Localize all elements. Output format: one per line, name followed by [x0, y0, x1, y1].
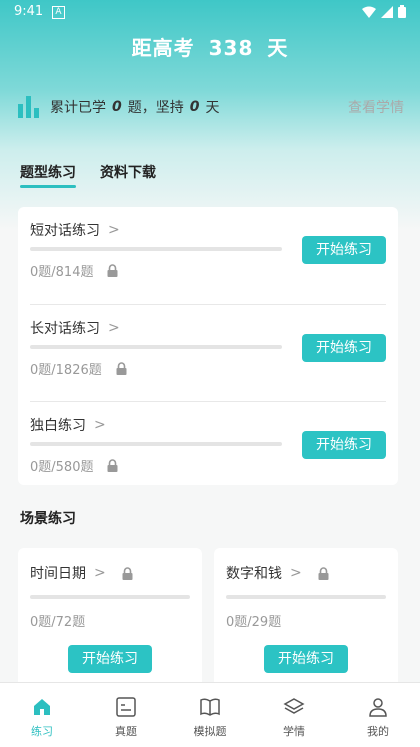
status-bar: 9:41 A — [0, 0, 420, 24]
tab-question-types[interactable]: 题型练习 — [20, 162, 76, 188]
chevron-right-icon: > — [94, 565, 106, 581]
scene-count: 0题/72题 — [30, 615, 86, 630]
start-practice-button[interactable]: 开始练习 — [68, 645, 152, 673]
scene-title-time-date[interactable]: 时间日期 > — [30, 563, 133, 583]
practice-title-label: 独白练习 — [30, 418, 86, 434]
exam-paper-icon — [115, 695, 137, 719]
battery-icon — [398, 5, 406, 18]
home-icon — [31, 695, 53, 719]
practice-title-long-dialogue[interactable]: 长对话练习 > — [30, 318, 120, 338]
learned-prefix: 累计已学 — [50, 100, 106, 116]
practice-title-short-dialogue[interactable]: 短对话练习 > — [30, 220, 120, 240]
practice-title-label: 短对话练习 — [30, 223, 100, 239]
practice-count-text: 0题/814题 — [30, 265, 94, 280]
view-study-report-link[interactable]: 查看学情 — [348, 97, 404, 117]
nav-label: 学情 — [283, 725, 305, 738]
status-icons — [362, 5, 406, 18]
practice-count: 0题/814题 — [30, 261, 118, 280]
scene-card-time-date: 时间日期 > 0题/72题 开始练习 — [18, 548, 202, 688]
book-icon — [199, 695, 221, 719]
start-practice-button[interactable]: 开始练习 — [302, 431, 386, 459]
chevron-right-icon: > — [94, 417, 106, 433]
status-time: 9:41 — [14, 4, 44, 19]
lock-icon — [122, 566, 133, 580]
countdown-suffix: 天 — [267, 36, 289, 60]
countdown-prefix: 距高考 — [131, 36, 195, 60]
practice-count: 0题/580题 — [30, 456, 118, 475]
progress-bar — [30, 247, 282, 251]
learned-count: 0 — [112, 99, 122, 115]
start-practice-button[interactable]: 开始练习 — [302, 334, 386, 362]
practice-row-monologue: 独白练习 > 0题/580题 开始练习 — [30, 401, 386, 499]
scene-card-numbers-money: 数字和钱 > 0题/29题 开始练习 — [214, 548, 398, 688]
progress-bar — [30, 345, 282, 349]
wifi-icon — [362, 6, 376, 18]
nav-mock-exams[interactable]: 模拟题 — [168, 683, 252, 747]
countdown-days: 338 — [208, 36, 254, 60]
lock-icon — [318, 566, 329, 580]
start-practice-button[interactable]: 开始练习 — [302, 236, 386, 264]
practice-count: 0题/1826题 — [30, 359, 127, 378]
nav-label: 模拟题 — [193, 725, 227, 738]
nav-label: 我的 — [367, 725, 389, 738]
question-type-card: 短对话练习 > 0题/814题 开始练习 长对话练习 > 0题/1826题 开始… — [18, 207, 398, 485]
progress-bar — [30, 595, 190, 599]
progress-bar — [30, 442, 282, 446]
status-a-badge: A — [52, 6, 65, 19]
streak-count: 0 — [189, 99, 200, 115]
practice-row-short-dialogue: 短对话练习 > 0题/814题 开始练习 — [30, 207, 386, 304]
scene-count: 0题/29题 — [226, 615, 282, 630]
tab-downloads[interactable]: 资料下载 — [100, 162, 156, 188]
practice-tabs: 题型练习 资料下载 — [20, 162, 156, 188]
signal-icon — [381, 5, 393, 18]
start-practice-button[interactable]: 开始练习 — [264, 645, 348, 673]
scene-section-title: 场景练习 — [20, 511, 76, 527]
user-icon — [367, 695, 389, 719]
progress-bar — [226, 595, 386, 599]
nav-study-report[interactable]: 学情 — [252, 683, 336, 747]
chevron-right-icon: > — [290, 565, 302, 581]
lock-icon — [107, 459, 118, 472]
layers-icon — [283, 695, 305, 719]
bottom-nav: 练习 真题 模拟题 学情 我的 — [0, 682, 420, 747]
chevron-right-icon: > — [108, 222, 120, 238]
scene-title-label: 数字和钱 — [226, 566, 282, 582]
practice-title-monologue[interactable]: 独白练习 > — [30, 415, 106, 435]
practice-count-text: 0题/580题 — [30, 460, 94, 475]
nav-label: 练习 — [31, 725, 53, 738]
nav-past-papers[interactable]: 真题 — [84, 683, 168, 747]
chevron-right-icon: > — [108, 320, 120, 336]
nav-profile[interactable]: 我的 — [336, 683, 420, 747]
practice-row-long-dialogue: 长对话练习 > 0题/1826题 开始练习 — [30, 304, 386, 402]
practice-title-label: 长对话练习 — [30, 321, 100, 337]
exam-countdown: 距高考 338 天 — [0, 32, 420, 61]
nav-label: 真题 — [115, 725, 137, 738]
nav-practice[interactable]: 练习 — [0, 683, 84, 747]
scene-title-label: 时间日期 — [30, 566, 86, 582]
bar-chart-icon — [18, 96, 42, 118]
lock-icon — [116, 362, 127, 375]
scene-title-numbers-money[interactable]: 数字和钱 > — [226, 563, 329, 583]
learned-unit: 题，坚持 — [127, 100, 184, 116]
lock-icon — [107, 264, 118, 277]
practice-count-text: 0题/1826题 — [30, 363, 102, 378]
streak-unit: 天 — [205, 100, 220, 116]
study-stats: 累计已学 0 题，坚持 0 天 查看学情 — [18, 92, 404, 122]
